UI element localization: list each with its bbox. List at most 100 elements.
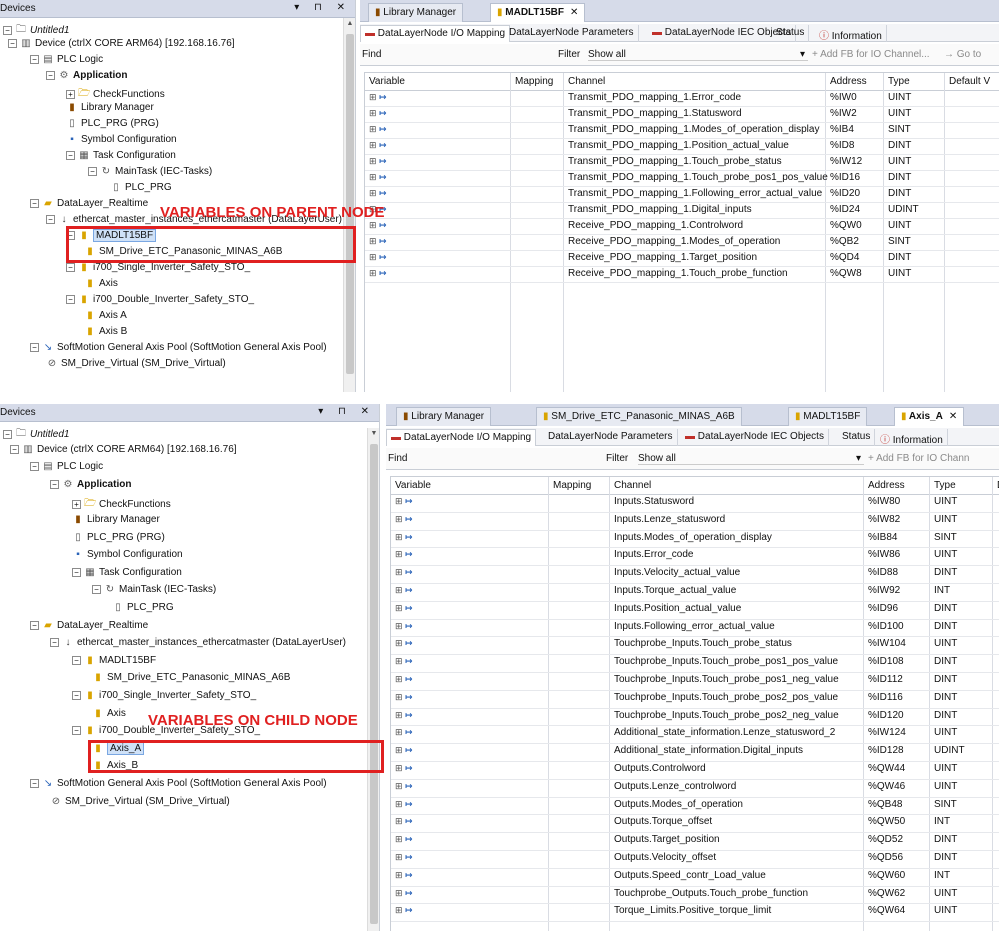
collapse-icon[interactable]: − xyxy=(72,567,81,577)
sub-tab[interactable]: ▬ DataLayerNode I/O Mapping xyxy=(360,25,511,42)
table-row[interactable]: ⊞ ↦ Receive_PDO_mapping_1.Target_position… xyxy=(365,251,999,267)
table-row[interactable]: ⊞ ↦ Inputs.Modes_of_operation_display %IB8… xyxy=(391,531,999,549)
tree-node[interactable]: ▯ PLC_PRG xyxy=(112,602,173,616)
collapse-icon[interactable]: − xyxy=(8,39,17,48)
column-header[interactable]: Mapping xyxy=(515,76,553,87)
tree-node[interactable]: ▪ Symbol Configuration xyxy=(66,134,176,148)
add-fb-button[interactable]: + Add FB for IO Channel... xyxy=(812,49,930,60)
table-row[interactable]: ⊞ ↦ Inputs.Position_actual_value %ID96 DINT xyxy=(391,602,999,620)
collapse-icon[interactable]: − xyxy=(30,343,39,352)
tree-node[interactable]: ▯ PLC_PRG (PRG) xyxy=(72,532,165,546)
document-tab[interactable]: ▮ SM_Drive_ETC_Panasonic_MINAS_A6B xyxy=(536,407,742,426)
tree-node[interactable]: ⊘ SM_Drive_Virtual (SM_Drive_Virtual) xyxy=(50,796,230,810)
document-tab[interactable]: ▮ Library Manager xyxy=(396,407,492,426)
table-row[interactable]: ⊞ ↦ Inputs.Torque_actual_value %IW92 INT xyxy=(391,584,999,602)
tree-node[interactable]: − ▰ DataLayer_Realtime xyxy=(30,620,148,634)
table-row[interactable]: ⊞ ↦ Outputs.Speed_contr_Load_value %QW60 IN… xyxy=(391,869,999,887)
tree-node[interactable]: ⊘ SM_Drive_Virtual (SM_Drive_Virtual) xyxy=(46,358,226,372)
collapse-icon[interactable]: − xyxy=(30,779,39,788)
column-header[interactable]: Mapping xyxy=(553,480,591,491)
tree-node[interactable]: − 🗀 Untitled1 xyxy=(3,22,69,36)
chevron-down-icon[interactable]: ▾ xyxy=(800,49,805,60)
collapse-icon[interactable]: − xyxy=(72,726,81,736)
filter-dropdown[interactable]: Show all xyxy=(638,453,864,465)
scroll-thumb[interactable] xyxy=(370,444,378,924)
table-row[interactable]: ⊞ ↦ Outputs.Lenze_controlword %QW46 UINT xyxy=(391,780,999,798)
scroll-up-arrow[interactable]: ▲ xyxy=(344,20,355,27)
table-row[interactable]: ⊞ ↦ Touchprobe_Inputs.Touch_probe_pos2_ne… xyxy=(391,709,999,727)
chevron-down-icon[interactable]: ▾ xyxy=(856,453,861,464)
table-row[interactable]: ⊞ ↦ Outputs.Controlword %QW44 UINT xyxy=(391,762,999,780)
collapse-icon[interactable]: − xyxy=(10,444,19,454)
table-row[interactable]: ⊞ ↦ Transmit_PDO_mapping_1.Error_code %IW0… xyxy=(365,91,999,107)
collapse-icon[interactable]: − xyxy=(46,71,55,80)
document-tab[interactable]: ▮ MADLT15BF ✕ xyxy=(490,3,586,22)
table-row[interactable]: ⊞ ↦ Receive_PDO_mapping_1.Modes_of_operat… xyxy=(365,235,999,251)
tree-node[interactable]: − ↘ SoftMotion General Axis Pool (SoftMoti… xyxy=(30,342,327,356)
tree-node[interactable]: ▮ Axis A xyxy=(84,310,127,324)
collapse-icon[interactable]: − xyxy=(50,638,59,648)
tree-node[interactable]: − ▮ i700_Single_Inverter_Safety_STO_ xyxy=(66,262,250,276)
table-row[interactable]: ⊞ ↦ Touchprobe_Outputs.Touch_probe_functi… xyxy=(391,887,999,905)
table-row[interactable]: ⊞ ↦ Transmit_PDO_mapping_1.Position_actua… xyxy=(365,139,999,155)
column-header[interactable]: Variable xyxy=(395,480,431,491)
collapse-icon[interactable]: − xyxy=(3,430,12,439)
goto-button[interactable]: → Go to xyxy=(944,49,981,60)
tree-node[interactable]: − ▤ PLC Logic xyxy=(30,461,103,475)
collapse-icon[interactable]: − xyxy=(72,691,81,700)
table-row[interactable]: ⊞ ↦ Receive_PDO_mapping_1.Controlword %QW0… xyxy=(365,219,999,235)
tree-node[interactable]: − ▮ i700_Double_Inverter_Safety_STO_ xyxy=(66,294,254,308)
column-header[interactable]: Type xyxy=(888,76,910,87)
column-header[interactable]: Address xyxy=(868,480,905,491)
tree-node[interactable]: ▮ Library Manager xyxy=(72,514,160,528)
collapse-icon[interactable]: − xyxy=(66,295,75,304)
document-tab[interactable]: ▮ Library Manager xyxy=(368,3,464,22)
table-row[interactable]: ⊞ ↦ Transmit_PDO_mapping_1.Digital_inputs… xyxy=(365,203,999,219)
column-header[interactable]: Channel xyxy=(614,480,651,491)
sub-tab[interactable]: ▬ DataLayerNode IEC Objects xyxy=(681,429,829,446)
tree-node[interactable]: − ▦ Task Configuration xyxy=(66,150,176,164)
table-row[interactable]: ⊞ ↦ Inputs.Velocity_actual_value %ID88 DINT xyxy=(391,566,999,584)
collapse-icon[interactable]: − xyxy=(92,585,101,595)
column-header[interactable]: Type xyxy=(934,480,956,491)
collapse-icon[interactable]: − xyxy=(66,151,75,160)
sub-tab[interactable]: DataLayerNode Parameters xyxy=(544,429,678,446)
collapse-icon[interactable]: − xyxy=(30,620,39,630)
sub-tab[interactable]: Status xyxy=(838,429,876,446)
tree-node[interactable]: ▯ PLC_PRG (PRG) xyxy=(66,118,159,132)
close-icon[interactable]: ✕ xyxy=(570,7,578,18)
tree-node[interactable]: ▮ Axis B xyxy=(84,326,127,340)
panel-window-buttons[interactable]: ▾ ⊓ ✕ xyxy=(294,2,351,13)
expand-icon[interactable]: + xyxy=(72,500,81,510)
tree-node[interactable]: − 🗀 Untitled1 xyxy=(3,426,69,440)
tree-node[interactable]: ▯ PLC_PRG xyxy=(110,182,171,196)
table-row[interactable]: ⊞ ↦ Transmit_PDO_mapping_1.Touch_probe_po… xyxy=(365,171,999,187)
column-header[interactable]: Variable xyxy=(369,76,405,87)
sub-tab[interactable]: Status xyxy=(772,25,810,42)
document-tab[interactable]: ▮ Axis_A ✕ xyxy=(894,407,965,426)
collapse-icon[interactable]: − xyxy=(46,215,55,224)
collapse-icon[interactable]: − xyxy=(72,655,81,665)
tree-node[interactable]: − ⚙ Application xyxy=(46,70,127,84)
tree-node[interactable]: − ↻ MainTask (IEC-Tasks) xyxy=(92,584,216,598)
collapse-icon[interactable]: − xyxy=(30,462,39,472)
table-row[interactable]: ⊞ ↦ Transmit_PDO_mapping_1.Following_erro… xyxy=(365,187,999,203)
table-row[interactable]: ⊞ ↦ Outputs.Modes_of_operation %QB48 SINT xyxy=(391,798,999,816)
sub-tab[interactable]: ⓘ Information xyxy=(815,25,887,42)
table-row[interactable]: ⊞ ↦ Inputs.Following_error_actual_value %I… xyxy=(391,620,999,638)
table-row[interactable]: ⊞ ↦ Transmit_PDO_mapping_1.Statusword %IW2… xyxy=(365,107,999,123)
tree-node[interactable]: + 🗁 CheckFunctions xyxy=(72,496,171,510)
column-header[interactable]: Channel xyxy=(568,76,605,87)
devices-vertical-scrollbar[interactable]: ▼ xyxy=(367,428,379,931)
tree-node[interactable]: − ▥ Device (ctrlX CORE ARM64) [192.168.16.… xyxy=(10,444,237,458)
collapse-icon[interactable]: − xyxy=(30,199,39,208)
tree-node[interactable]: − ▰ DataLayer_Realtime xyxy=(30,198,148,212)
add-fb-button[interactable]: + Add FB for IO Chann xyxy=(868,453,969,464)
collapse-icon[interactable]: − xyxy=(3,26,12,35)
table-row[interactable]: ⊞ ↦ Receive_PDO_mapping_1.Touch_probe_fun… xyxy=(365,267,999,283)
table-row[interactable]: ⊞ ↦ Transmit_PDO_mapping_1.Modes_of_opera… xyxy=(365,123,999,139)
table-row[interactable]: ⊞ ↦ Outputs.Target_position %QD52 DINT xyxy=(391,833,999,851)
document-tab[interactable]: ▮ MADLT15BF xyxy=(788,407,868,426)
table-row[interactable]: ⊞ ↦ Outputs.Velocity_offset %QD56 DINT xyxy=(391,851,999,869)
tree-node[interactable]: + 🗁 CheckFunctions xyxy=(66,86,165,100)
